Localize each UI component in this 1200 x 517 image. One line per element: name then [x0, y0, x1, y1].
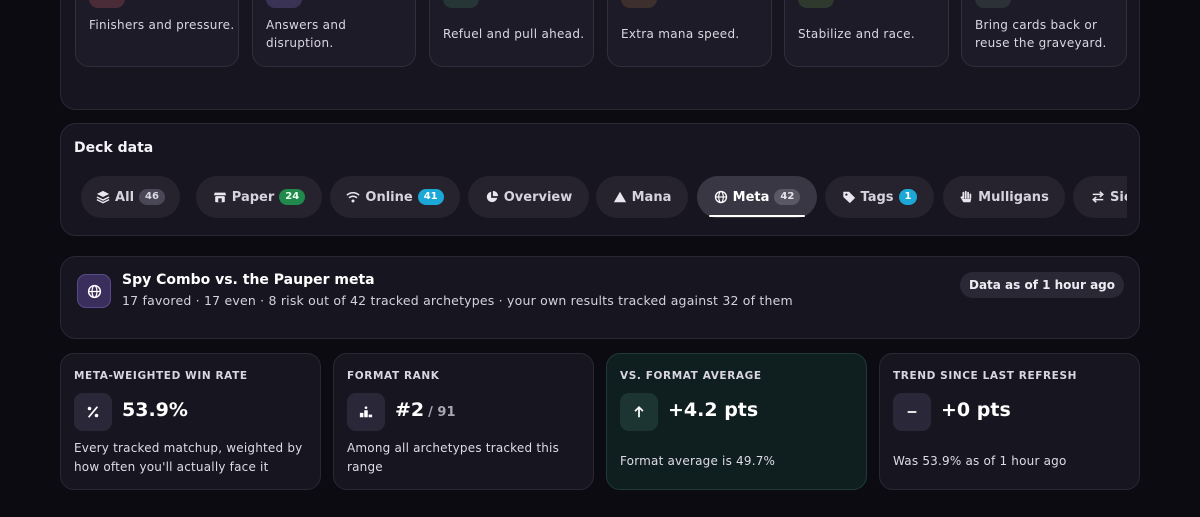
role-count: 41 [137, 0, 173, 4]
role-card-ramp[interactable]: 9 Extra mana speed. [607, 0, 772, 67]
data-freshness-badge: Data as of 1 hour ago [959, 272, 1124, 298]
tab-label: Sic [1110, 189, 1127, 205]
meta-subtitle: 17 favored · 17 even · 8 risk out of 42 … [122, 293, 793, 308]
stat-label: TREND SINCE LAST REFRESH [893, 370, 1078, 382]
stat-card-trend: TREND SINCE LAST REFRESH +0 pts Was 53.9… [879, 353, 1140, 490]
tab-online[interactable]: Online 41 [330, 176, 460, 218]
tab-count-badge: 46 [139, 189, 165, 205]
tab-count-badge: 1 [898, 189, 918, 205]
tab-all[interactable]: All 46 [81, 176, 180, 218]
tab-count-badge: 41 [417, 189, 444, 205]
role-card-finishers[interactable]: 41 Finishers and pressure. [75, 0, 239, 67]
stat-label: META-WEIGHTED WIN RATE [74, 370, 248, 382]
tab-paper[interactable]: Paper 24 [196, 176, 322, 218]
tab-label: Tags [860, 189, 894, 205]
mountain-icon [613, 191, 626, 203]
wifi-icon [346, 192, 361, 203]
tab-label: Paper [231, 189, 275, 205]
role-description: Finishers and pressure. [89, 18, 235, 32]
tab-count-badge: 42 [774, 189, 801, 205]
stat-note: Among all archetypes tracked this range [347, 441, 560, 474]
tab-tags[interactable]: Tags 1 [825, 176, 934, 218]
percent-icon [74, 393, 112, 431]
tab-meta[interactable]: Meta 42 [697, 176, 817, 218]
tab-label: Mana [631, 189, 672, 205]
heart-icon [798, 0, 834, 8]
meta-title: Spy Combo vs. the Pauper meta [122, 272, 375, 288]
stat-value: #2/ 91 [395, 399, 456, 421]
finisher-icon [89, 0, 125, 8]
layers-icon [96, 190, 110, 204]
shield-icon [266, 0, 302, 8]
gem-icon [621, 0, 657, 8]
stat-card-format-rank: FORMAT RANK #2/ 91 Among all archetypes … [333, 353, 594, 490]
deck-data-title: Deck data [74, 140, 154, 156]
role-description: Bring cards back or reuse the graveyard. [975, 18, 1107, 50]
role-count: 8 [846, 0, 864, 4]
role-count: 9 [669, 0, 687, 4]
role-description: Stabilize and race. [798, 27, 915, 41]
active-tab-indicator [709, 215, 805, 217]
role-description: Refuel and pull ahead. [443, 27, 585, 41]
stat-label: VS. FORMAT AVERAGE [620, 370, 762, 382]
tab-label: Overview [503, 189, 573, 205]
role-card-answers[interactable]: 12 Answers and disruption. [252, 0, 416, 67]
stat-value: +0 pts [941, 399, 1011, 421]
tab-count-badge: 24 [279, 189, 306, 205]
role-count: 25 [491, 0, 527, 4]
tab-sideboard[interactable]: Sic [1073, 176, 1127, 218]
tab-label: All [115, 189, 135, 205]
store-icon [213, 192, 226, 203]
recursion-icon [975, 0, 1011, 8]
swap-icon [1092, 191, 1104, 203]
globe-icon [714, 190, 727, 204]
stat-value: +4.2 pts [668, 399, 759, 421]
tab-label: Online [365, 189, 413, 205]
stat-value: 53.9% [122, 399, 188, 421]
tab-mulligans[interactable]: Mulligans [943, 176, 1065, 218]
tab-label: Mulligans [978, 189, 1049, 205]
deck-data-panel: Deck data All 46 Paper 24 Online 41 Over… [60, 123, 1140, 236]
globe-icon [77, 274, 111, 308]
stat-label: FORMAT RANK [347, 370, 440, 382]
role-count: 2 [1023, 0, 1041, 4]
tab-mana[interactable]: Mana [596, 176, 688, 218]
card-draw-icon [443, 0, 479, 8]
stat-value-total: / 91 [428, 405, 456, 420]
role-description: Answers and disruption. [266, 18, 347, 50]
tab-label: Meta [732, 189, 770, 205]
role-card-lifegain[interactable]: 8 Stabilize and race. [784, 0, 949, 67]
role-count: 12 [314, 0, 350, 4]
minus-icon [893, 393, 931, 431]
tab-overview[interactable]: Overview [468, 176, 589, 218]
role-card-draw[interactable]: 25 Refuel and pull ahead. [429, 0, 594, 67]
meta-summary-panel: Spy Combo vs. the Pauper meta 17 favored… [60, 256, 1140, 339]
tag-icon [842, 191, 855, 204]
podium-icon [347, 393, 385, 431]
stat-card-vs-average: VS. FORMAT AVERAGE +4.2 pts Format avera… [606, 353, 867, 490]
stat-note: Format average is 49.7% [620, 454, 776, 468]
role-card-recursion[interactable]: 2 Bring cards back or reuse the graveyar… [961, 0, 1127, 67]
hand-icon [960, 190, 972, 203]
role-description: Extra mana speed. [621, 27, 740, 41]
stat-card-win-rate: META-WEIGHTED WIN RATE 53.9% Every track… [60, 353, 321, 490]
role-summary-panel: 41 Finishers and pressure. 12 Answers an… [60, 0, 1140, 110]
pie-chart-icon [486, 190, 498, 203]
arrow-up-icon [620, 393, 658, 431]
stat-note: Was 53.9% as of 1 hour ago [893, 454, 1067, 468]
stat-note: Every tracked matchup, weighted by how o… [74, 441, 303, 474]
deck-data-tabs: All 46 Paper 24 Online 41 Overview Mana … [81, 176, 1127, 220]
